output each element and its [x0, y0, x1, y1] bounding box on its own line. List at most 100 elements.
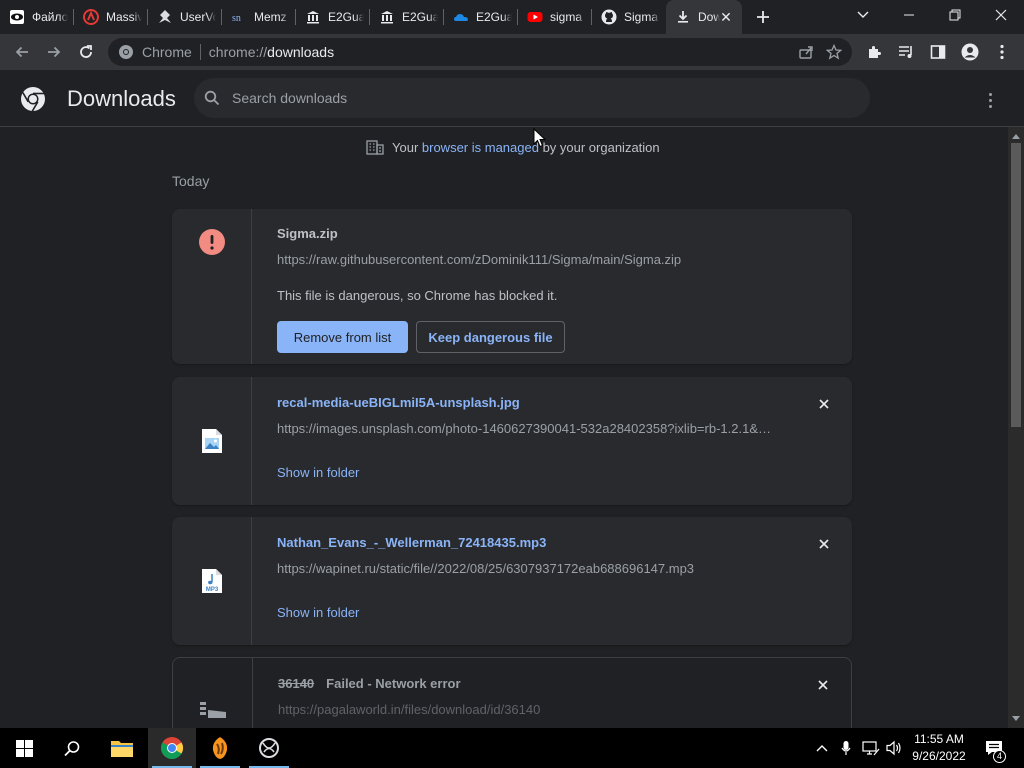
scrollbar-thumb[interactable]	[1011, 143, 1021, 427]
media-control-button[interactable]	[890, 34, 922, 70]
close-icon	[819, 399, 829, 409]
remove-item-button[interactable]	[816, 536, 832, 552]
file-url[interactable]: https://raw.githubusercontent.com/zDomin…	[277, 252, 777, 267]
search-button[interactable]	[48, 728, 96, 768]
onedrive-icon	[453, 9, 469, 25]
file-name-link[interactable]: Nathan_Evans_-_Wellerman_72418435.mp3	[277, 535, 546, 550]
tab-uservoice[interactable]: UserVoice	[148, 0, 222, 34]
show-in-folder-link[interactable]: Show in folder	[277, 605, 359, 620]
bank-icon	[379, 9, 395, 25]
chevron-down-icon	[857, 11, 869, 18]
chrome-icon	[161, 737, 183, 759]
file-url[interactable]: https://pagalaworld.in/files/download/id…	[278, 702, 778, 717]
folder-icon	[111, 741, 133, 757]
file-explorer-button[interactable]	[98, 728, 146, 768]
managed-link[interactable]: browser is managed	[422, 140, 539, 155]
microphone-icon	[841, 741, 851, 755]
chrome-icon	[119, 45, 133, 59]
arrow-left-icon	[15, 46, 28, 58]
file-icon-column	[173, 658, 253, 728]
file-url[interactable]: https://images.unsplash.com/photo-146062…	[277, 421, 777, 436]
side-panel-button[interactable]	[922, 34, 954, 70]
tab-e2guardian-3[interactable]: E2Guardian	[444, 0, 518, 34]
clock-time: 11:55 AM	[914, 732, 964, 746]
bookmark-star-icon[interactable]	[825, 43, 843, 63]
search-box[interactable]	[194, 78, 870, 118]
remove-item-button[interactable]	[815, 677, 831, 693]
chrome-menu-button[interactable]	[986, 34, 1018, 70]
tab-fayloob[interactable]: Файлооб	[0, 0, 74, 34]
search-icon	[63, 740, 79, 756]
close-window-button[interactable]	[978, 0, 1024, 30]
eye-icon	[9, 9, 25, 25]
file-name: 36140	[278, 676, 315, 691]
tab-e2guardian-2[interactable]: E2Guardian	[370, 0, 444, 34]
tab-search-button[interactable]	[840, 0, 886, 30]
microphone-tray-button[interactable]	[836, 728, 856, 768]
tab-memz[interactable]: sn Memz	[222, 0, 296, 34]
share-icon[interactable]	[798, 44, 814, 63]
tab-title: Sigma	[624, 10, 659, 24]
close-icon	[818, 680, 828, 690]
file-icon-column	[172, 209, 252, 364]
chrome-taskbar-button[interactable]	[148, 728, 196, 768]
windows-logo-icon	[15, 739, 33, 757]
show-in-folder-link[interactable]: Show in folder	[277, 465, 359, 480]
tab-massive[interactable]: Massive	[74, 0, 148, 34]
restore-button[interactable]	[932, 0, 978, 30]
network-tray-button[interactable]	[860, 728, 882, 768]
new-tab-button[interactable]	[746, 0, 780, 34]
tab-e2guardian-1[interactable]: E2Guardian	[296, 0, 370, 34]
show-hidden-icons-button[interactable]	[812, 728, 832, 768]
page-scrollbar[interactable]	[1008, 127, 1024, 728]
network-icon	[862, 741, 880, 756]
start-button[interactable]	[0, 728, 48, 768]
profile-button[interactable]	[954, 34, 986, 70]
address-divider	[199, 44, 201, 60]
downloads-menu-button[interactable]	[978, 88, 1002, 112]
image-file-icon	[201, 429, 222, 453]
queue-music-icon	[899, 46, 912, 58]
tab-downloads[interactable]: Downloads ✕	[666, 0, 742, 34]
fl-studio-button[interactable]	[196, 728, 244, 768]
address-bar[interactable]: Chrome chrome://downloads	[108, 38, 852, 66]
managed-suffix: by your organization	[538, 139, 660, 155]
keep-dangerous-file-button[interactable]: Keep dangerous file	[416, 321, 565, 353]
action-center-button[interactable]	[980, 728, 1008, 768]
file-name-link[interactable]: recal-media-ueBIGLmiI5A-unsplash.jpg	[277, 395, 520, 410]
reload-button[interactable]	[70, 36, 102, 68]
tab-title: sigma	[550, 10, 583, 24]
close-icon	[819, 539, 829, 549]
managed-notice: Your browser is managed by your organiza…	[366, 139, 660, 155]
back-button[interactable]	[6, 36, 38, 68]
tab-sigma-github[interactable]: Sigma	[592, 0, 666, 34]
tab-title: Downloads	[698, 10, 720, 24]
bank-icon	[305, 9, 321, 25]
search-input[interactable]	[232, 90, 832, 106]
mp3-label: MP3	[205, 587, 218, 593]
close-tab-icon[interactable]: ✕	[718, 9, 734, 25]
github-icon	[601, 9, 617, 25]
taskbar-clock[interactable]: 11:55 AM 9/26/2022	[900, 728, 978, 768]
remove-item-button[interactable]	[816, 396, 832, 412]
scroll-down-arrow[interactable]	[1008, 712, 1024, 726]
tab-title: Memz	[254, 10, 287, 24]
tab-title: E2Guardian	[476, 10, 512, 24]
tab-title: Massive	[106, 10, 142, 24]
app-taskbar-button[interactable]	[245, 728, 293, 768]
youtube-icon	[527, 9, 543, 25]
forward-button[interactable]	[38, 36, 70, 68]
file-url[interactable]: https://wapinet.ru/static/file//2022/08/…	[277, 561, 777, 576]
red-logo-icon	[83, 9, 99, 25]
notification-count-badge: 4	[993, 750, 1006, 763]
tux-icon	[157, 9, 173, 25]
wiki-icon: sn	[231, 9, 247, 25]
minimize-button[interactable]	[886, 0, 932, 30]
plus-icon	[757, 11, 769, 23]
remove-from-list-button[interactable]: Remove from list	[277, 321, 408, 353]
extensions-button[interactable]	[858, 34, 890, 70]
download-item-audio: MP3 Nathan_Evans_-_Wellerman_72418435.mp…	[172, 517, 852, 645]
scroll-up-arrow[interactable]	[1008, 129, 1024, 143]
downloads-list: Your browser is managed by your organiza…	[0, 127, 1008, 728]
tab-sigma-youtube[interactable]: sigma	[518, 0, 592, 34]
